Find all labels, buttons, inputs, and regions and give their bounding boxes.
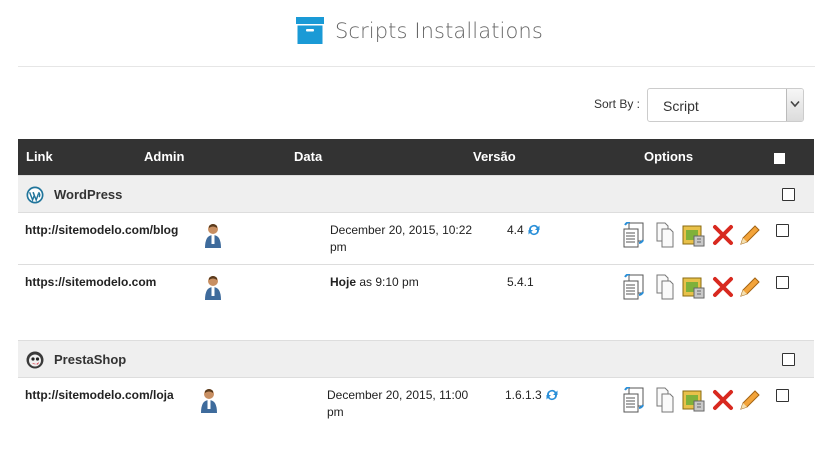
install-date: December 20, 2015, 11:00 pm xyxy=(327,388,469,419)
clone-icon[interactable] xyxy=(653,274,677,300)
column-versao: Versão xyxy=(473,149,516,164)
row-checkbox[interactable] xyxy=(776,276,789,289)
page-title: Scripts Installations xyxy=(335,19,543,43)
admin-user-icon[interactable] xyxy=(203,222,223,248)
install-version: 1.6.1.3 xyxy=(505,388,559,402)
admin-user-icon[interactable] xyxy=(199,387,219,413)
admin-user-icon[interactable] xyxy=(203,274,223,300)
install-link[interactable]: https://sitemodelo.com xyxy=(25,275,156,289)
row-checkbox[interactable] xyxy=(776,224,789,237)
sort-by-value: Script xyxy=(663,98,699,114)
page-header: Scripts Installations xyxy=(0,0,831,67)
edit-icon[interactable] xyxy=(737,222,761,248)
group-checkbox[interactable] xyxy=(782,353,795,366)
install-version: 5.4.1 xyxy=(507,275,534,289)
backup-icon[interactable] xyxy=(621,274,645,300)
backup-icon[interactable] xyxy=(621,222,645,248)
prestashop-logo-icon xyxy=(26,351,44,369)
column-options: Options xyxy=(644,149,694,164)
staging-icon[interactable] xyxy=(681,274,705,300)
select-all-checkbox[interactable] xyxy=(774,153,785,164)
header-divider xyxy=(18,66,815,67)
wordpress-logo-icon xyxy=(26,186,44,204)
chevron-down-icon[interactable] xyxy=(786,89,803,121)
group-checkbox[interactable] xyxy=(782,188,795,201)
group-prestashop: PrestaShop xyxy=(18,340,814,378)
upgrade-available-icon[interactable] xyxy=(527,223,541,237)
install-link[interactable]: http://sitemodelo.com/loja xyxy=(25,388,174,402)
install-date: Hoje as 9:10 pm xyxy=(330,275,419,289)
group-name: PrestaShop xyxy=(54,352,127,367)
install-version: 4.4 xyxy=(507,223,541,237)
edit-icon[interactable] xyxy=(737,387,761,413)
row-checkbox[interactable] xyxy=(776,389,789,402)
column-link: Link xyxy=(26,149,53,164)
group-wordpress: WordPress xyxy=(18,175,814,213)
clone-icon[interactable] xyxy=(653,387,677,413)
remove-icon[interactable] xyxy=(711,222,735,248)
staging-icon[interactable] xyxy=(681,387,705,413)
table-row: http://sitemodelo.com/blog December 20, … xyxy=(18,213,814,265)
install-date: December 20, 2015, 10:22 pm xyxy=(330,223,473,254)
table-row: https://sitemodelo.com Hoje as 9:10 pm 5… xyxy=(18,265,814,317)
staging-icon[interactable] xyxy=(681,222,705,248)
remove-icon[interactable] xyxy=(711,387,735,413)
group-name: WordPress xyxy=(54,187,123,202)
install-link[interactable]: http://sitemodelo.com/blog xyxy=(25,223,178,237)
sort-by-select[interactable]: Script xyxy=(647,88,804,122)
remove-icon[interactable] xyxy=(711,274,735,300)
clone-icon[interactable] xyxy=(653,222,677,248)
column-data: Data xyxy=(294,149,323,164)
backup-icon[interactable] xyxy=(621,387,645,413)
column-admin: Admin xyxy=(144,149,185,164)
table-header: Link Admin Data Versão Options xyxy=(18,139,814,175)
sort-by-label: Sort By : xyxy=(594,97,641,111)
box-icon xyxy=(296,17,324,44)
upgrade-available-icon[interactable] xyxy=(545,388,559,402)
edit-icon[interactable] xyxy=(737,274,761,300)
table-row: http://sitemodelo.com/loja December 20, … xyxy=(18,378,814,430)
